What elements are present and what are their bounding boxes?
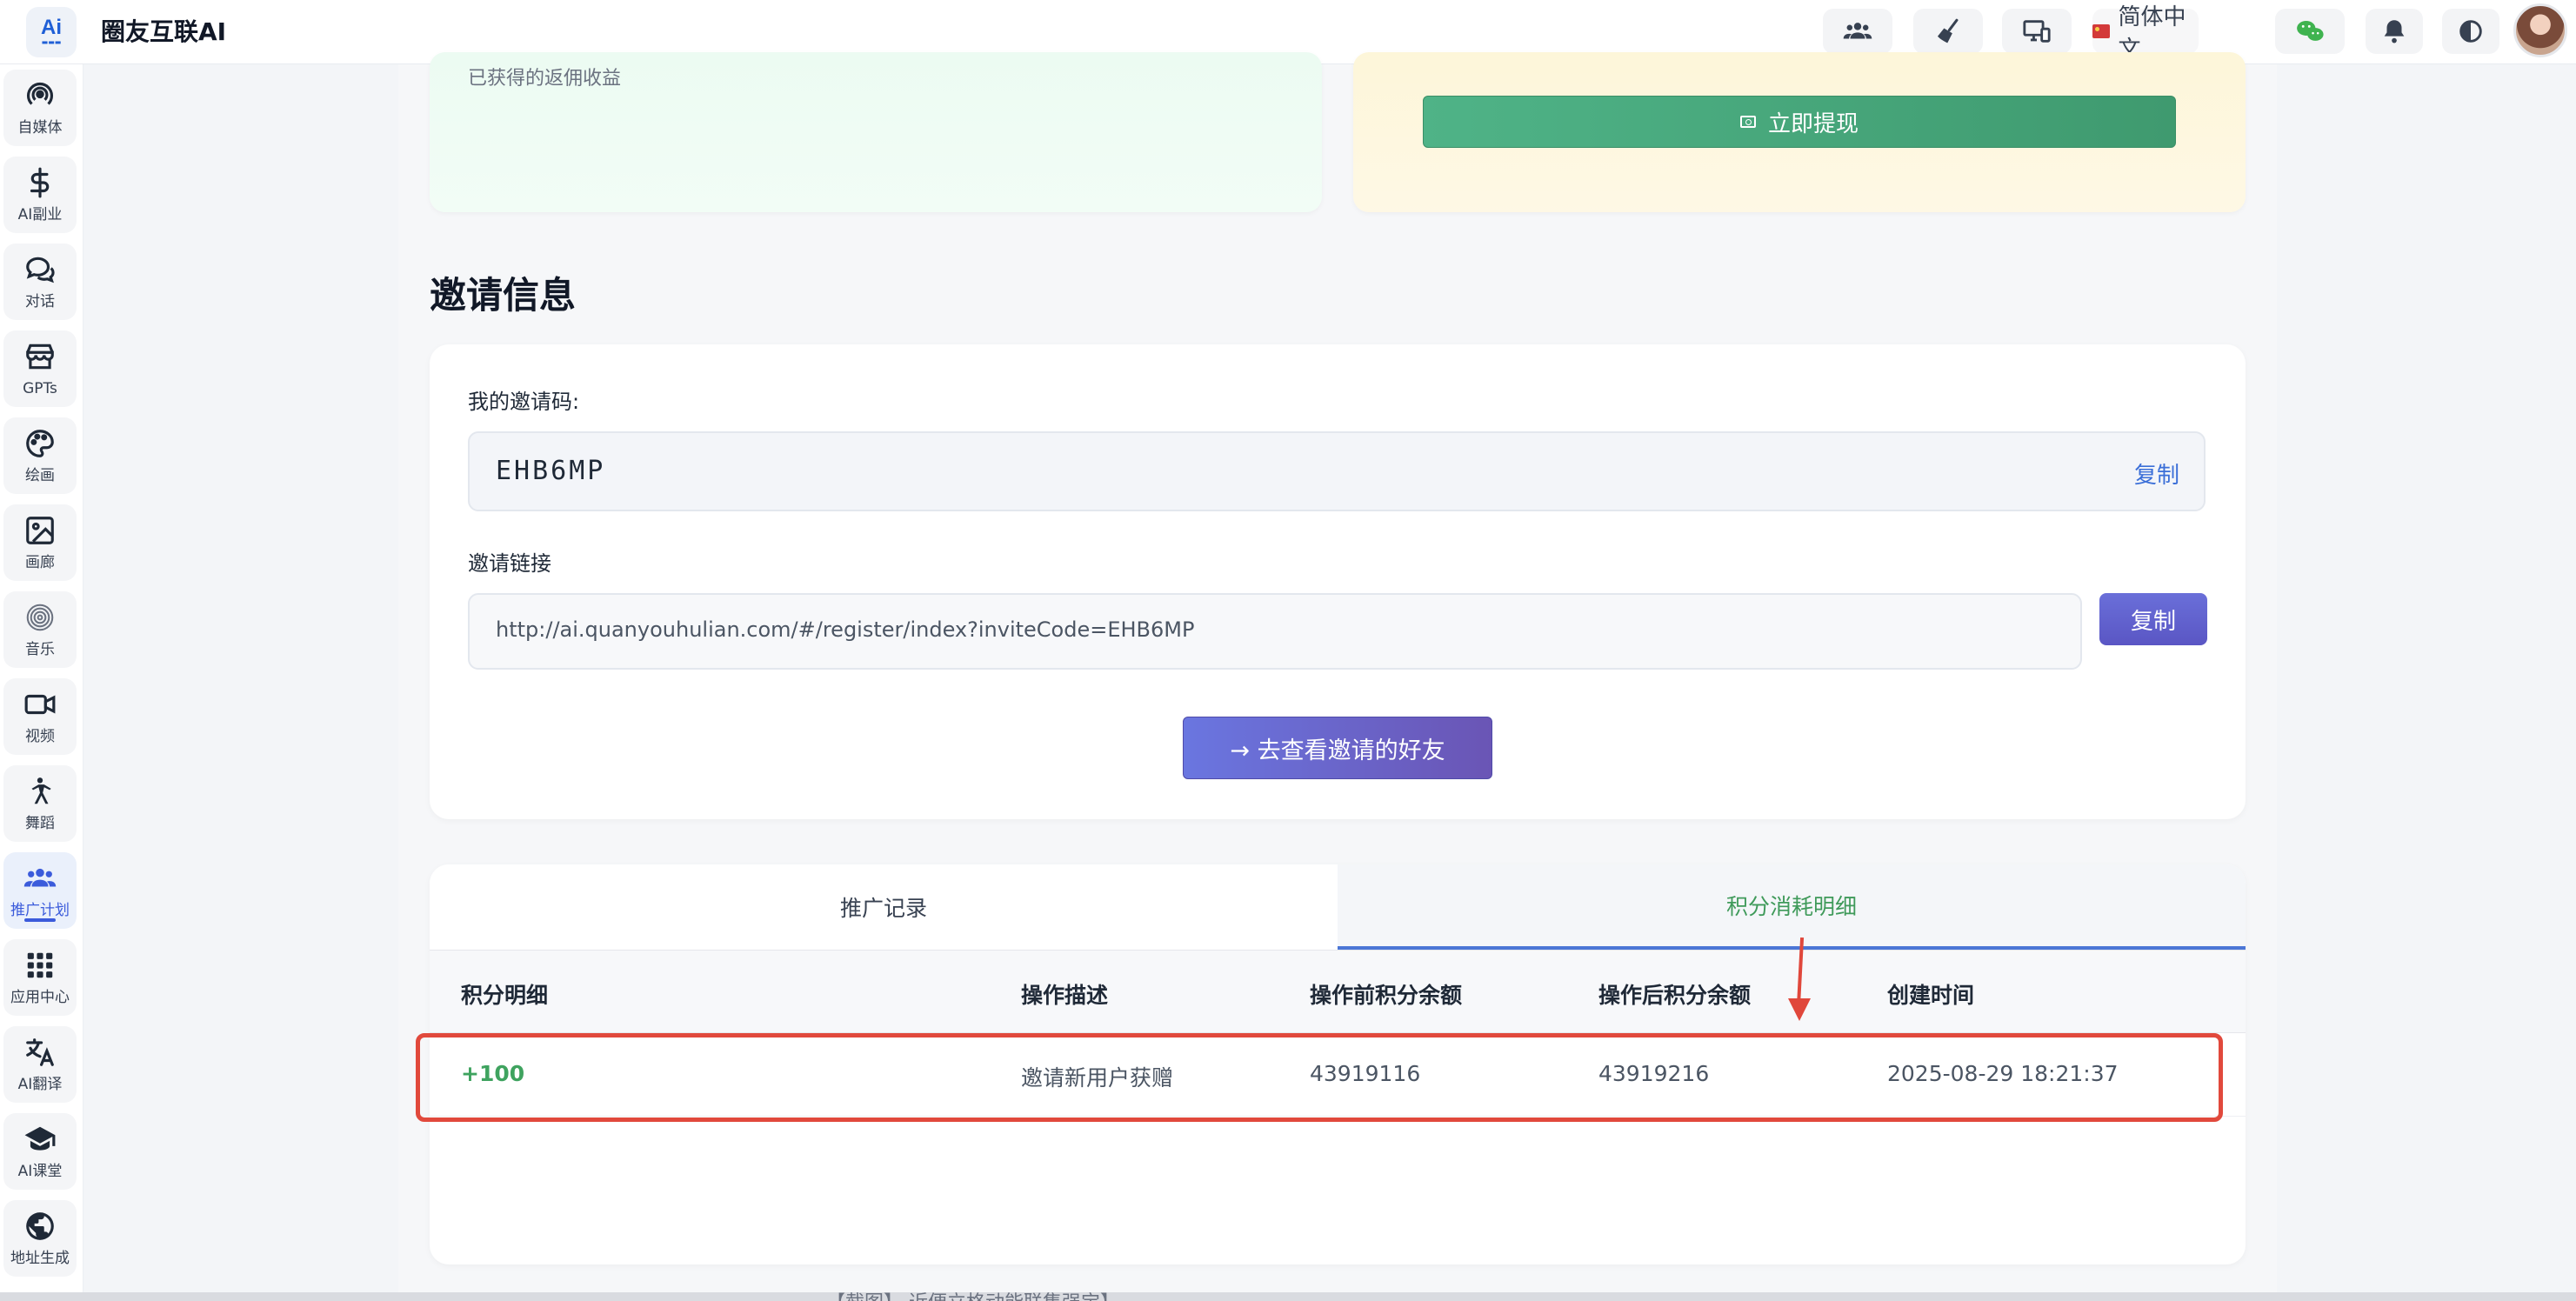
- sidebar-item-label: 应用中心: [10, 989, 70, 1006]
- invite-section-title: 邀请信息: [430, 274, 577, 317]
- globe-icon: [26, 1212, 54, 1240]
- sidebar: 自媒体 AI副业 对话 GPTs 绘画 画廊 音乐 视频 舞蹈 推广计划 应用中…: [0, 64, 83, 1301]
- sidebar-item-label: AI副业: [17, 206, 63, 224]
- music-disc-icon: [26, 604, 54, 631]
- logo-text: Ai: [41, 16, 62, 39]
- column-header: 积分明细: [461, 983, 549, 1008]
- image-icon: [26, 517, 54, 544]
- cash-icon: [1739, 116, 1756, 128]
- sidebar-item-gpts[interactable]: GPTs: [3, 330, 77, 407]
- desktop-mobile-icon: [2023, 20, 2051, 43]
- sidebar-item-label: AI课堂: [17, 1163, 63, 1180]
- display-button[interactable]: [2002, 9, 2072, 54]
- sidebar-item-ai-side-job[interactable]: AI副业: [3, 157, 77, 233]
- invite-code-box: EHB6MP 复制: [468, 431, 2206, 511]
- table-header: 积分明细 操作描述 操作前积分余额 操作后积分余额 创建时间: [430, 950, 2246, 1033]
- sidebar-item-label: GPTs: [23, 380, 57, 397]
- earnings-caption: 已获得的返佣收益: [468, 68, 622, 90]
- sidebar-item-label: 音乐: [25, 641, 55, 658]
- theme-toggle-button[interactable]: [2442, 9, 2499, 54]
- sidebar-item-ai-classroom[interactable]: AI课堂: [3, 1113, 77, 1190]
- column-header: 操作描述: [1021, 983, 1109, 1008]
- column-header: 创建时间: [1887, 983, 1975, 1008]
- user-avatar[interactable]: [2513, 3, 2567, 57]
- bottom-strip: [0, 1292, 2576, 1301]
- language-selector[interactable]: 简体中文: [2092, 4, 2199, 63]
- clear-button[interactable]: [1913, 9, 1983, 54]
- users-icon: [1843, 23, 1872, 39]
- sidebar-item-label: 绘画: [25, 467, 55, 484]
- sidebar-item-label: 视频: [25, 728, 55, 745]
- sidebar-item-label: 推广计划: [10, 902, 70, 919]
- app-title: 圈友互联AI: [101, 17, 227, 46]
- broom-icon: [1937, 18, 1959, 43]
- sidebar-item-label: 自媒体: [17, 119, 63, 137]
- withdraw-button-label: 立即提现: [1767, 110, 1859, 137]
- users-icon: [23, 868, 57, 887]
- translate-icon: [26, 1038, 54, 1066]
- chat-icon: [26, 257, 55, 284]
- invite-link-label: 邀请链接: [468, 551, 551, 576]
- grid-icon: [27, 952, 53, 978]
- invite-link-field[interactable]: http://ai.quanyouhulian.com/#/register/i…: [468, 593, 2082, 670]
- sidebar-item-video[interactable]: 视频: [3, 678, 77, 755]
- graduation-cap-icon: [24, 1126, 56, 1151]
- earnings-card: 已获得的返佣收益: [430, 52, 1322, 212]
- sidebar-item-app-center[interactable]: 应用中心: [3, 939, 77, 1016]
- invite-code-value: EHB6MP: [496, 456, 606, 486]
- sidebar-item-drawing[interactable]: 绘画: [3, 417, 77, 494]
- dollar-icon: [30, 167, 50, 198]
- sidebar-item-referral[interactable]: 推广计划: [3, 852, 77, 929]
- sidebar-item-label: 画廊: [25, 554, 55, 571]
- column-header: 操作后积分余额: [1598, 983, 1752, 1008]
- broadcast-icon: [27, 83, 53, 105]
- app-logo[interactable]: Ai ▬▬▬: [26, 7, 77, 57]
- bottom-partial-text: 【截图】 近便立格动能联集强宝】: [826, 1287, 1119, 1301]
- sidebar-item-address-gen[interactable]: 地址生成: [3, 1200, 77, 1277]
- sidebar-item-music[interactable]: 音乐: [3, 591, 77, 668]
- column-header: 操作前积分余额: [1310, 983, 1463, 1008]
- logo-subtext: ▬▬▬: [41, 38, 62, 46]
- withdraw-card: 立即提现: [1353, 52, 2246, 212]
- copy-code-button[interactable]: 复制: [2134, 457, 2179, 490]
- invite-code-label: 我的邀请码:: [468, 390, 580, 414]
- store-icon: [26, 344, 54, 370]
- dance-icon: [31, 777, 51, 804]
- highlight-box: [416, 1033, 2223, 1122]
- sidebar-item-label: 地址生成: [10, 1250, 70, 1267]
- wechat-button[interactable]: [2275, 9, 2345, 54]
- palette-icon: [26, 430, 54, 457]
- tab-referral-records[interactable]: 推广记录: [430, 864, 1338, 950]
- view-invited-friends-button[interactable]: → 去查看邀请的好友: [1183, 717, 1492, 779]
- sidebar-item-dance[interactable]: 舞蹈: [3, 765, 77, 842]
- video-icon: [24, 694, 56, 715]
- sidebar-item-label: 舞蹈: [25, 815, 55, 832]
- sidebar-item-media[interactable]: 自媒体: [3, 70, 77, 146]
- sidebar-item-chat[interactable]: 对话: [3, 244, 77, 320]
- invite-link-value: http://ai.quanyouhulian.com/#/register/i…: [496, 617, 1195, 642]
- community-button[interactable]: [1823, 9, 1892, 54]
- bell-icon: [2384, 20, 2405, 43]
- wechat-icon: [2297, 20, 2324, 41]
- china-flag-icon: [2092, 24, 2110, 38]
- copy-link-button[interactable]: 复制: [2099, 593, 2207, 645]
- invite-card: 我的邀请码: EHB6MP 复制 邀请链接 http://ai.quanyouh…: [430, 344, 2246, 819]
- contrast-icon: [2459, 20, 2482, 43]
- withdraw-button[interactable]: 立即提现: [1423, 96, 2176, 148]
- tab-points-details[interactable]: 积分消耗明细: [1338, 864, 2246, 950]
- sidebar-item-ai-translate[interactable]: AI翻译: [3, 1026, 77, 1103]
- notification-button[interactable]: [2366, 9, 2423, 54]
- sidebar-item-label: 对话: [25, 293, 55, 310]
- sidebar-item-label: AI翻译: [17, 1076, 63, 1093]
- sidebar-item-gallery[interactable]: 画廊: [3, 504, 77, 581]
- annotation-arrow-head: [1788, 998, 1811, 1021]
